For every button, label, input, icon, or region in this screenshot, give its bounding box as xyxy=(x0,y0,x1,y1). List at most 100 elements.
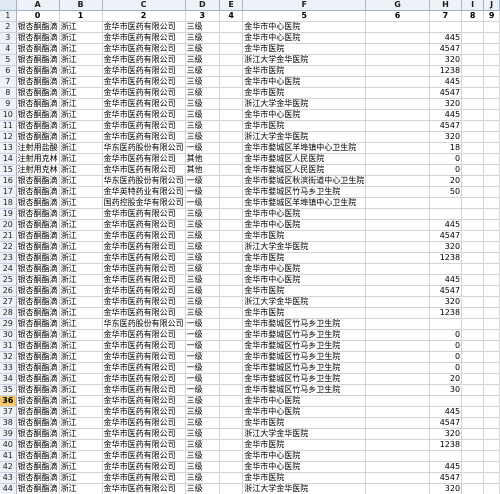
row-header[interactable]: 11 xyxy=(0,120,17,132)
table-cell[interactable] xyxy=(483,76,500,88)
table-cell[interactable]: 0 xyxy=(429,164,463,176)
table-cell[interactable]: 320 xyxy=(429,296,463,308)
row-header[interactable]: 25 xyxy=(0,274,17,286)
table-cell[interactable]: 7 xyxy=(429,10,463,22)
table-cell[interactable]: 金华市医药有限公司 xyxy=(102,219,186,231)
table-cell[interactable]: 金华市医药有限公司 xyxy=(102,54,186,66)
row-header[interactable]: 16 xyxy=(0,175,17,187)
table-cell[interactable]: 4 xyxy=(219,10,244,22)
table-cell[interactable]: 浙江 xyxy=(59,285,103,297)
table-cell[interactable] xyxy=(483,340,500,352)
table-cell[interactable] xyxy=(483,395,500,407)
table-cell[interactable]: 浙江 xyxy=(59,43,103,55)
table-cell[interactable]: 金华市医院 xyxy=(242,65,367,77)
table-cell[interactable]: 三级 xyxy=(185,285,221,297)
column-header-I[interactable]: I xyxy=(461,0,485,11)
table-cell[interactable] xyxy=(461,186,485,198)
table-cell[interactable]: 银杏酮酯滴 xyxy=(16,417,60,429)
table-cell[interactable]: 金华市中心医院 xyxy=(242,274,367,286)
table-cell[interactable]: 金华市婺城区竹马乡卫生院 xyxy=(242,329,367,341)
table-cell[interactable]: 三级 xyxy=(185,472,221,484)
table-cell[interactable]: 445 xyxy=(429,32,463,44)
row-header[interactable]: 21 xyxy=(0,230,17,242)
table-cell[interactable] xyxy=(483,164,500,176)
table-cell[interactable]: 浙江 xyxy=(59,296,103,308)
table-cell[interactable] xyxy=(219,329,244,341)
table-cell[interactable]: 金华市婺城区人民医院 xyxy=(242,153,367,165)
table-cell[interactable] xyxy=(461,208,485,220)
row-header[interactable]: 24 xyxy=(0,263,17,275)
table-cell[interactable] xyxy=(461,307,485,319)
table-cell[interactable] xyxy=(461,439,485,451)
table-cell[interactable]: 4547 xyxy=(429,472,463,484)
table-cell[interactable] xyxy=(365,98,430,110)
table-cell[interactable]: 浙江 xyxy=(59,197,103,209)
row-header[interactable]: 18 xyxy=(0,197,17,209)
table-cell[interactable] xyxy=(483,109,500,121)
table-cell[interactable]: 三级 xyxy=(185,252,221,264)
table-cell[interactable] xyxy=(219,417,244,429)
table-cell[interactable] xyxy=(483,450,500,462)
table-cell[interactable] xyxy=(219,252,244,264)
table-cell[interactable]: 三级 xyxy=(185,230,221,242)
row-header[interactable]: 2 xyxy=(0,21,17,33)
table-cell[interactable] xyxy=(365,32,430,44)
table-cell[interactable]: 1238 xyxy=(429,439,463,451)
table-cell[interactable] xyxy=(365,318,430,330)
table-cell[interactable]: 三级 xyxy=(185,417,221,429)
table-cell[interactable]: 一级 xyxy=(185,340,221,352)
table-cell[interactable]: 银杏酮酯滴 xyxy=(16,98,60,110)
table-cell[interactable]: 金华市婺城区人民医院 xyxy=(242,164,367,176)
table-cell[interactable]: 浙江 xyxy=(59,362,103,374)
table-cell[interactable] xyxy=(483,428,500,440)
table-cell[interactable] xyxy=(461,131,485,143)
table-cell[interactable]: 445 xyxy=(429,461,463,473)
table-cell[interactable] xyxy=(483,197,500,209)
table-cell[interactable]: 银杏酮酯滴 xyxy=(16,450,60,462)
table-cell[interactable] xyxy=(365,87,430,99)
table-cell[interactable] xyxy=(461,417,485,429)
table-cell[interactable]: 银杏酮酯滴 xyxy=(16,120,60,132)
table-cell[interactable] xyxy=(219,296,244,308)
table-cell[interactable] xyxy=(483,461,500,473)
table-cell[interactable] xyxy=(483,285,500,297)
table-cell[interactable]: 三级 xyxy=(185,296,221,308)
table-cell[interactable]: 浙江 xyxy=(59,109,103,121)
table-cell[interactable]: 银杏酮酯滴 xyxy=(16,263,60,275)
table-cell[interactable]: 三级 xyxy=(185,76,221,88)
table-cell[interactable] xyxy=(461,373,485,385)
row-header[interactable]: 35 xyxy=(0,384,17,396)
row-header[interactable]: 7 xyxy=(0,76,17,88)
table-cell[interactable] xyxy=(461,164,485,176)
table-cell[interactable]: 三级 xyxy=(185,461,221,473)
table-cell[interactable] xyxy=(483,263,500,275)
table-cell[interactable] xyxy=(219,362,244,374)
table-cell[interactable]: 注射用盐酸 xyxy=(16,142,60,154)
table-cell[interactable]: 320 xyxy=(429,131,463,143)
table-cell[interactable]: 三级 xyxy=(185,109,221,121)
table-cell[interactable]: 金华市中心医院 xyxy=(242,208,367,220)
table-cell[interactable]: 金华市医院 xyxy=(242,307,367,319)
table-cell[interactable] xyxy=(461,98,485,110)
table-cell[interactable] xyxy=(461,252,485,264)
table-cell[interactable]: 浙江 xyxy=(59,252,103,264)
table-cell[interactable] xyxy=(219,76,244,88)
table-cell[interactable] xyxy=(365,340,430,352)
table-cell[interactable] xyxy=(365,329,430,341)
table-cell[interactable]: 三级 xyxy=(185,32,221,44)
table-cell[interactable] xyxy=(461,384,485,396)
table-cell[interactable]: 浙江大学金华医院 xyxy=(242,131,367,143)
table-cell[interactable] xyxy=(219,483,244,494)
table-cell[interactable]: 浙江大学金华医院 xyxy=(242,483,367,494)
column-header-G[interactable]: G xyxy=(365,0,430,11)
table-cell[interactable]: 金华市医药有限公司 xyxy=(102,373,186,385)
column-header-D[interactable]: D xyxy=(185,0,221,11)
table-cell[interactable] xyxy=(365,252,430,264)
table-cell[interactable] xyxy=(365,395,430,407)
table-cell[interactable] xyxy=(219,32,244,44)
table-cell[interactable]: 国药控股金华有限公司 xyxy=(102,197,186,209)
table-cell[interactable]: 20 xyxy=(429,175,463,187)
table-cell[interactable] xyxy=(483,54,500,66)
table-cell[interactable]: 三级 xyxy=(185,428,221,440)
table-cell[interactable] xyxy=(219,384,244,396)
